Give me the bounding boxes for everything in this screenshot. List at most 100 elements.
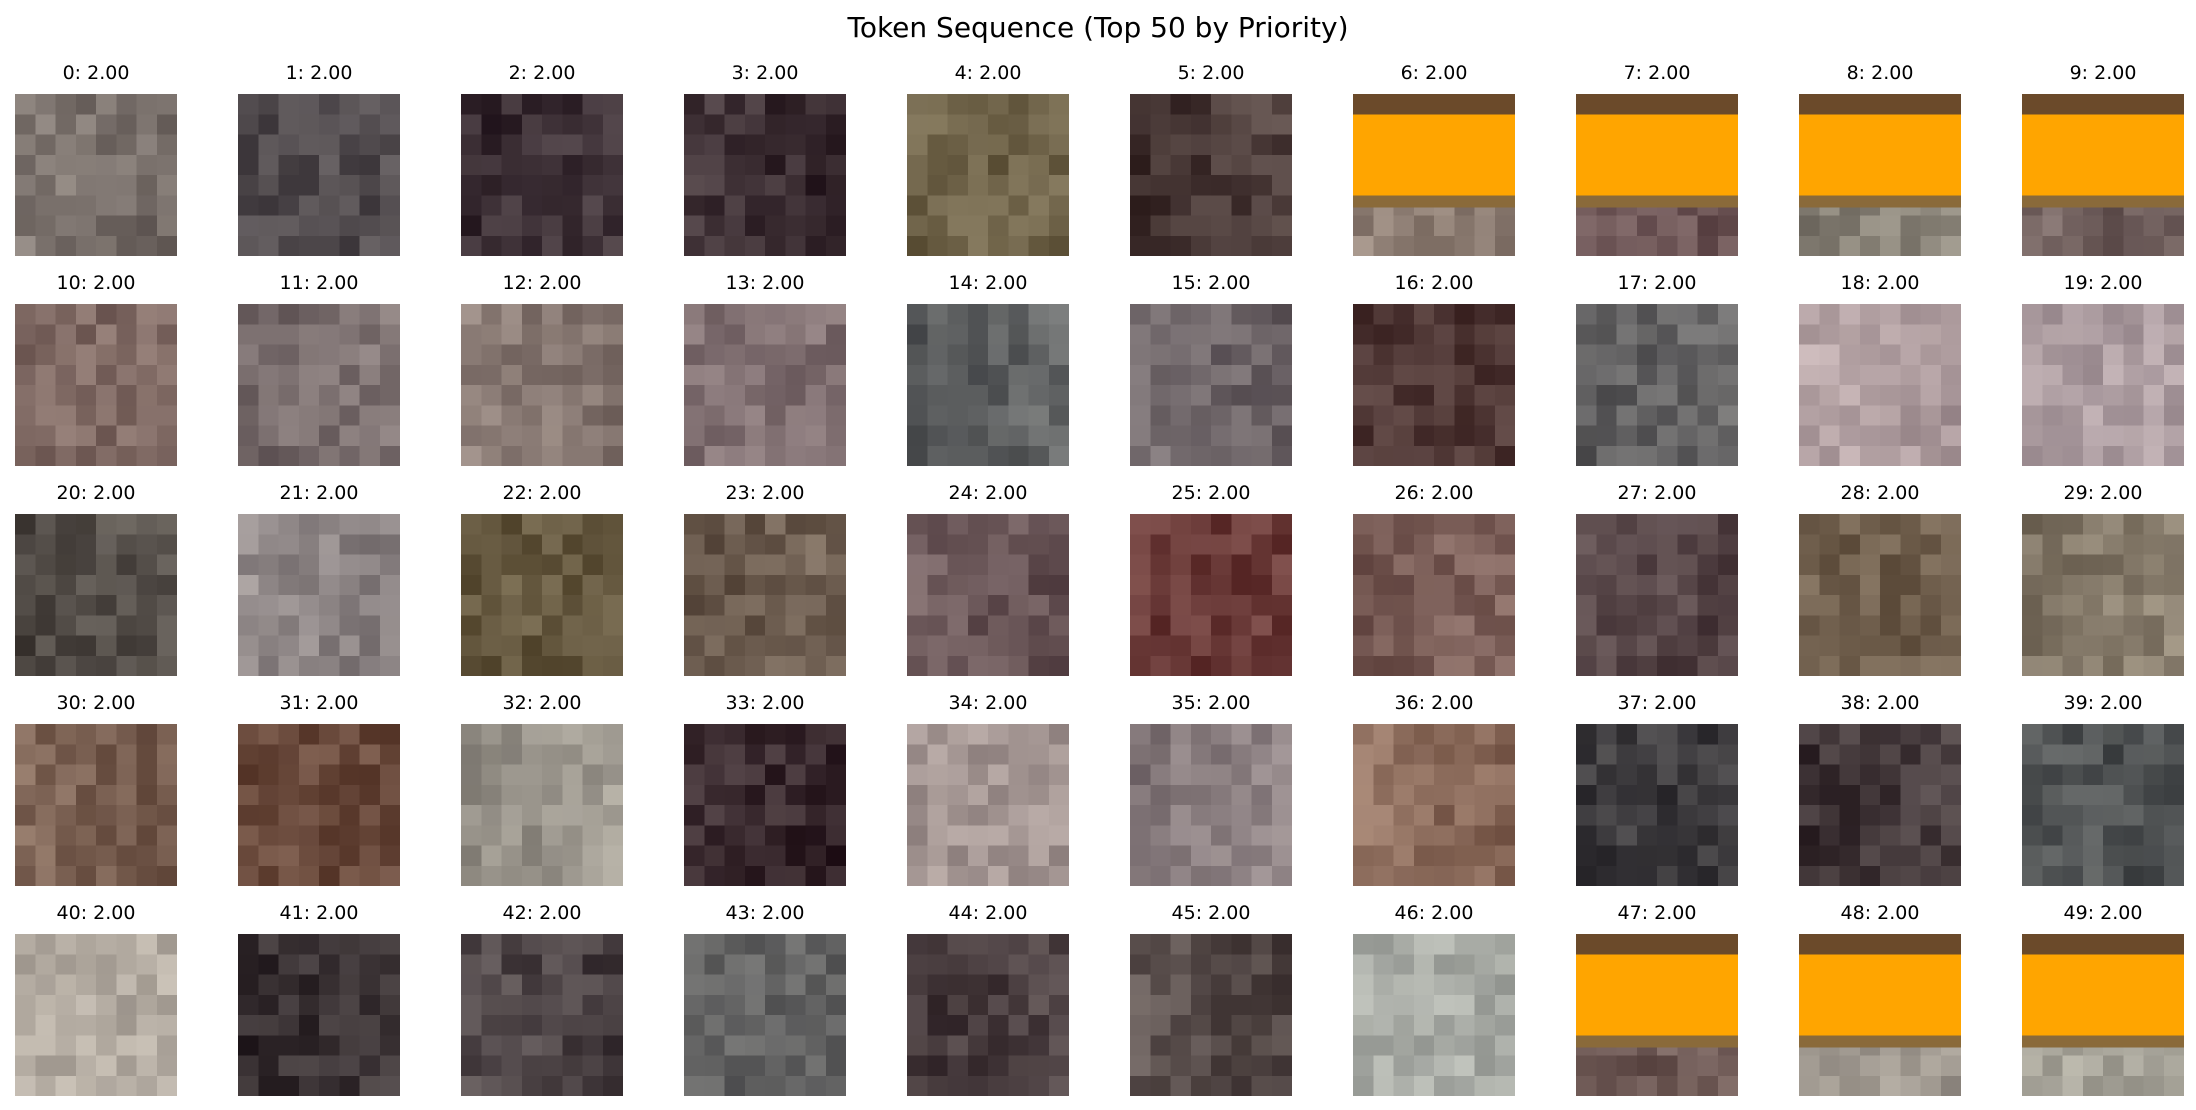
- token-patch-image: [1353, 724, 1515, 886]
- token-tile: 40: 2.00: [15, 901, 177, 1096]
- token-patch: [1353, 514, 1515, 676]
- token-patch: [1576, 724, 1738, 886]
- token-patch-image: [2022, 94, 2184, 256]
- token-label: 29: 2.00: [2063, 482, 2143, 504]
- token-tile: 0: 2.00: [15, 61, 177, 256]
- banner-edge: [1799, 1035, 1961, 1048]
- token-patch-image: [15, 304, 177, 466]
- token-label: 33: 2.00: [725, 692, 805, 714]
- banner-edge: [2022, 195, 2184, 208]
- token-tile: 47: 2.00: [1576, 901, 1738, 1096]
- token-patch: [2022, 934, 2184, 1096]
- token-patch-image: [1576, 304, 1738, 466]
- token-label: 4: 2.00: [954, 62, 1022, 84]
- token-label: 39: 2.00: [2063, 692, 2143, 714]
- token-tile: 26: 2.00: [1353, 481, 1515, 676]
- orange-banner: [2022, 114, 2184, 196]
- token-patch: [461, 724, 623, 886]
- token-patch-image: [2022, 934, 2184, 1096]
- token-label: 18: 2.00: [1840, 272, 1920, 294]
- token-patch-image: [1799, 304, 1961, 466]
- token-label: 5: 2.00: [1177, 62, 1245, 84]
- banner-edge: [2022, 94, 2184, 115]
- token-patch: [1576, 94, 1738, 256]
- token-patch-image: [1576, 94, 1738, 256]
- token-label: 10: 2.00: [56, 272, 136, 294]
- token-label: 28: 2.00: [1840, 482, 1920, 504]
- token-patch: [1130, 514, 1292, 676]
- token-patch-image: [461, 724, 623, 886]
- token-patch-image: [1799, 514, 1961, 676]
- token-patch-image: [1130, 514, 1292, 676]
- token-patch: [1799, 724, 1961, 886]
- token-tile: 22: 2.00: [461, 481, 623, 676]
- token-tile: 25: 2.00: [1130, 481, 1292, 676]
- token-patch: [907, 94, 1069, 256]
- token-patch-image: [1130, 304, 1292, 466]
- token-tile: 46: 2.00: [1353, 901, 1515, 1096]
- token-patch-image: [1353, 514, 1515, 676]
- token-patch-image: [15, 94, 177, 256]
- token-patch: [684, 514, 846, 676]
- token-patch-image: [1576, 724, 1738, 886]
- banner-edge: [1799, 934, 1961, 955]
- token-patch: [1576, 514, 1738, 676]
- token-label: 1: 2.00: [285, 62, 353, 84]
- token-label: 31: 2.00: [279, 692, 359, 714]
- token-tile: 20: 2.00: [15, 481, 177, 676]
- token-label: 21: 2.00: [279, 482, 359, 504]
- token-label: 12: 2.00: [502, 272, 582, 294]
- token-patch-image: [2022, 514, 2184, 676]
- token-tile: 38: 2.00: [1799, 691, 1961, 886]
- token-tile: 2: 2.00: [461, 61, 623, 256]
- token-patch: [684, 724, 846, 886]
- figure-title: Token Sequence (Top 50 by Priority): [847, 11, 1349, 44]
- token-label: 19: 2.00: [2063, 272, 2143, 294]
- token-label: 25: 2.00: [1171, 482, 1251, 504]
- token-patch-image: [907, 304, 1069, 466]
- token-patch-image: [1130, 94, 1292, 256]
- token-patch: [461, 304, 623, 466]
- token-patch-image: [15, 514, 177, 676]
- token-tile: 13: 2.00: [684, 271, 846, 466]
- token-tile: 28: 2.00: [1799, 481, 1961, 676]
- token-tile: 11: 2.00: [238, 271, 400, 466]
- token-tile: 31: 2.00: [238, 691, 400, 886]
- token-label: 49: 2.00: [2063, 902, 2143, 924]
- token-tile: 36: 2.00: [1353, 691, 1515, 886]
- token-patch: [15, 94, 177, 256]
- token-tile: 18: 2.00: [1799, 271, 1961, 466]
- token-tile: 19: 2.00: [2022, 271, 2184, 466]
- token-patch: [1353, 724, 1515, 886]
- token-tile: 10: 2.00: [15, 271, 177, 466]
- orange-banner: [1576, 114, 1738, 196]
- token-patch: [1799, 514, 1961, 676]
- orange-banner: [2022, 954, 2184, 1036]
- token-patch-image: [1130, 724, 1292, 886]
- orange-banner: [1799, 954, 1961, 1036]
- token-label: 32: 2.00: [502, 692, 582, 714]
- orange-banner: [1353, 114, 1515, 196]
- token-patch: [461, 934, 623, 1096]
- token-patch: [15, 304, 177, 466]
- token-patch-image: [684, 724, 846, 886]
- token-tile: 9: 2.00: [2022, 61, 2184, 256]
- token-patch-image: [238, 934, 400, 1096]
- token-tile: 48: 2.00: [1799, 901, 1961, 1096]
- token-label: 37: 2.00: [1617, 692, 1697, 714]
- token-label: 26: 2.00: [1394, 482, 1474, 504]
- token-patch-image: [684, 934, 846, 1096]
- token-patch: [1353, 304, 1515, 466]
- token-patch: [15, 514, 177, 676]
- orange-banner: [1576, 954, 1738, 1036]
- token-patch-image: [907, 724, 1069, 886]
- token-patch-image: [238, 724, 400, 886]
- token-patch: [2022, 514, 2184, 676]
- token-patch-image: [1353, 94, 1515, 256]
- token-patch: [15, 724, 177, 886]
- token-patch-image: [238, 514, 400, 676]
- token-patch: [1130, 724, 1292, 886]
- token-patch-image: [907, 514, 1069, 676]
- token-tile: 32: 2.00: [461, 691, 623, 886]
- token-tile: 24: 2.00: [907, 481, 1069, 676]
